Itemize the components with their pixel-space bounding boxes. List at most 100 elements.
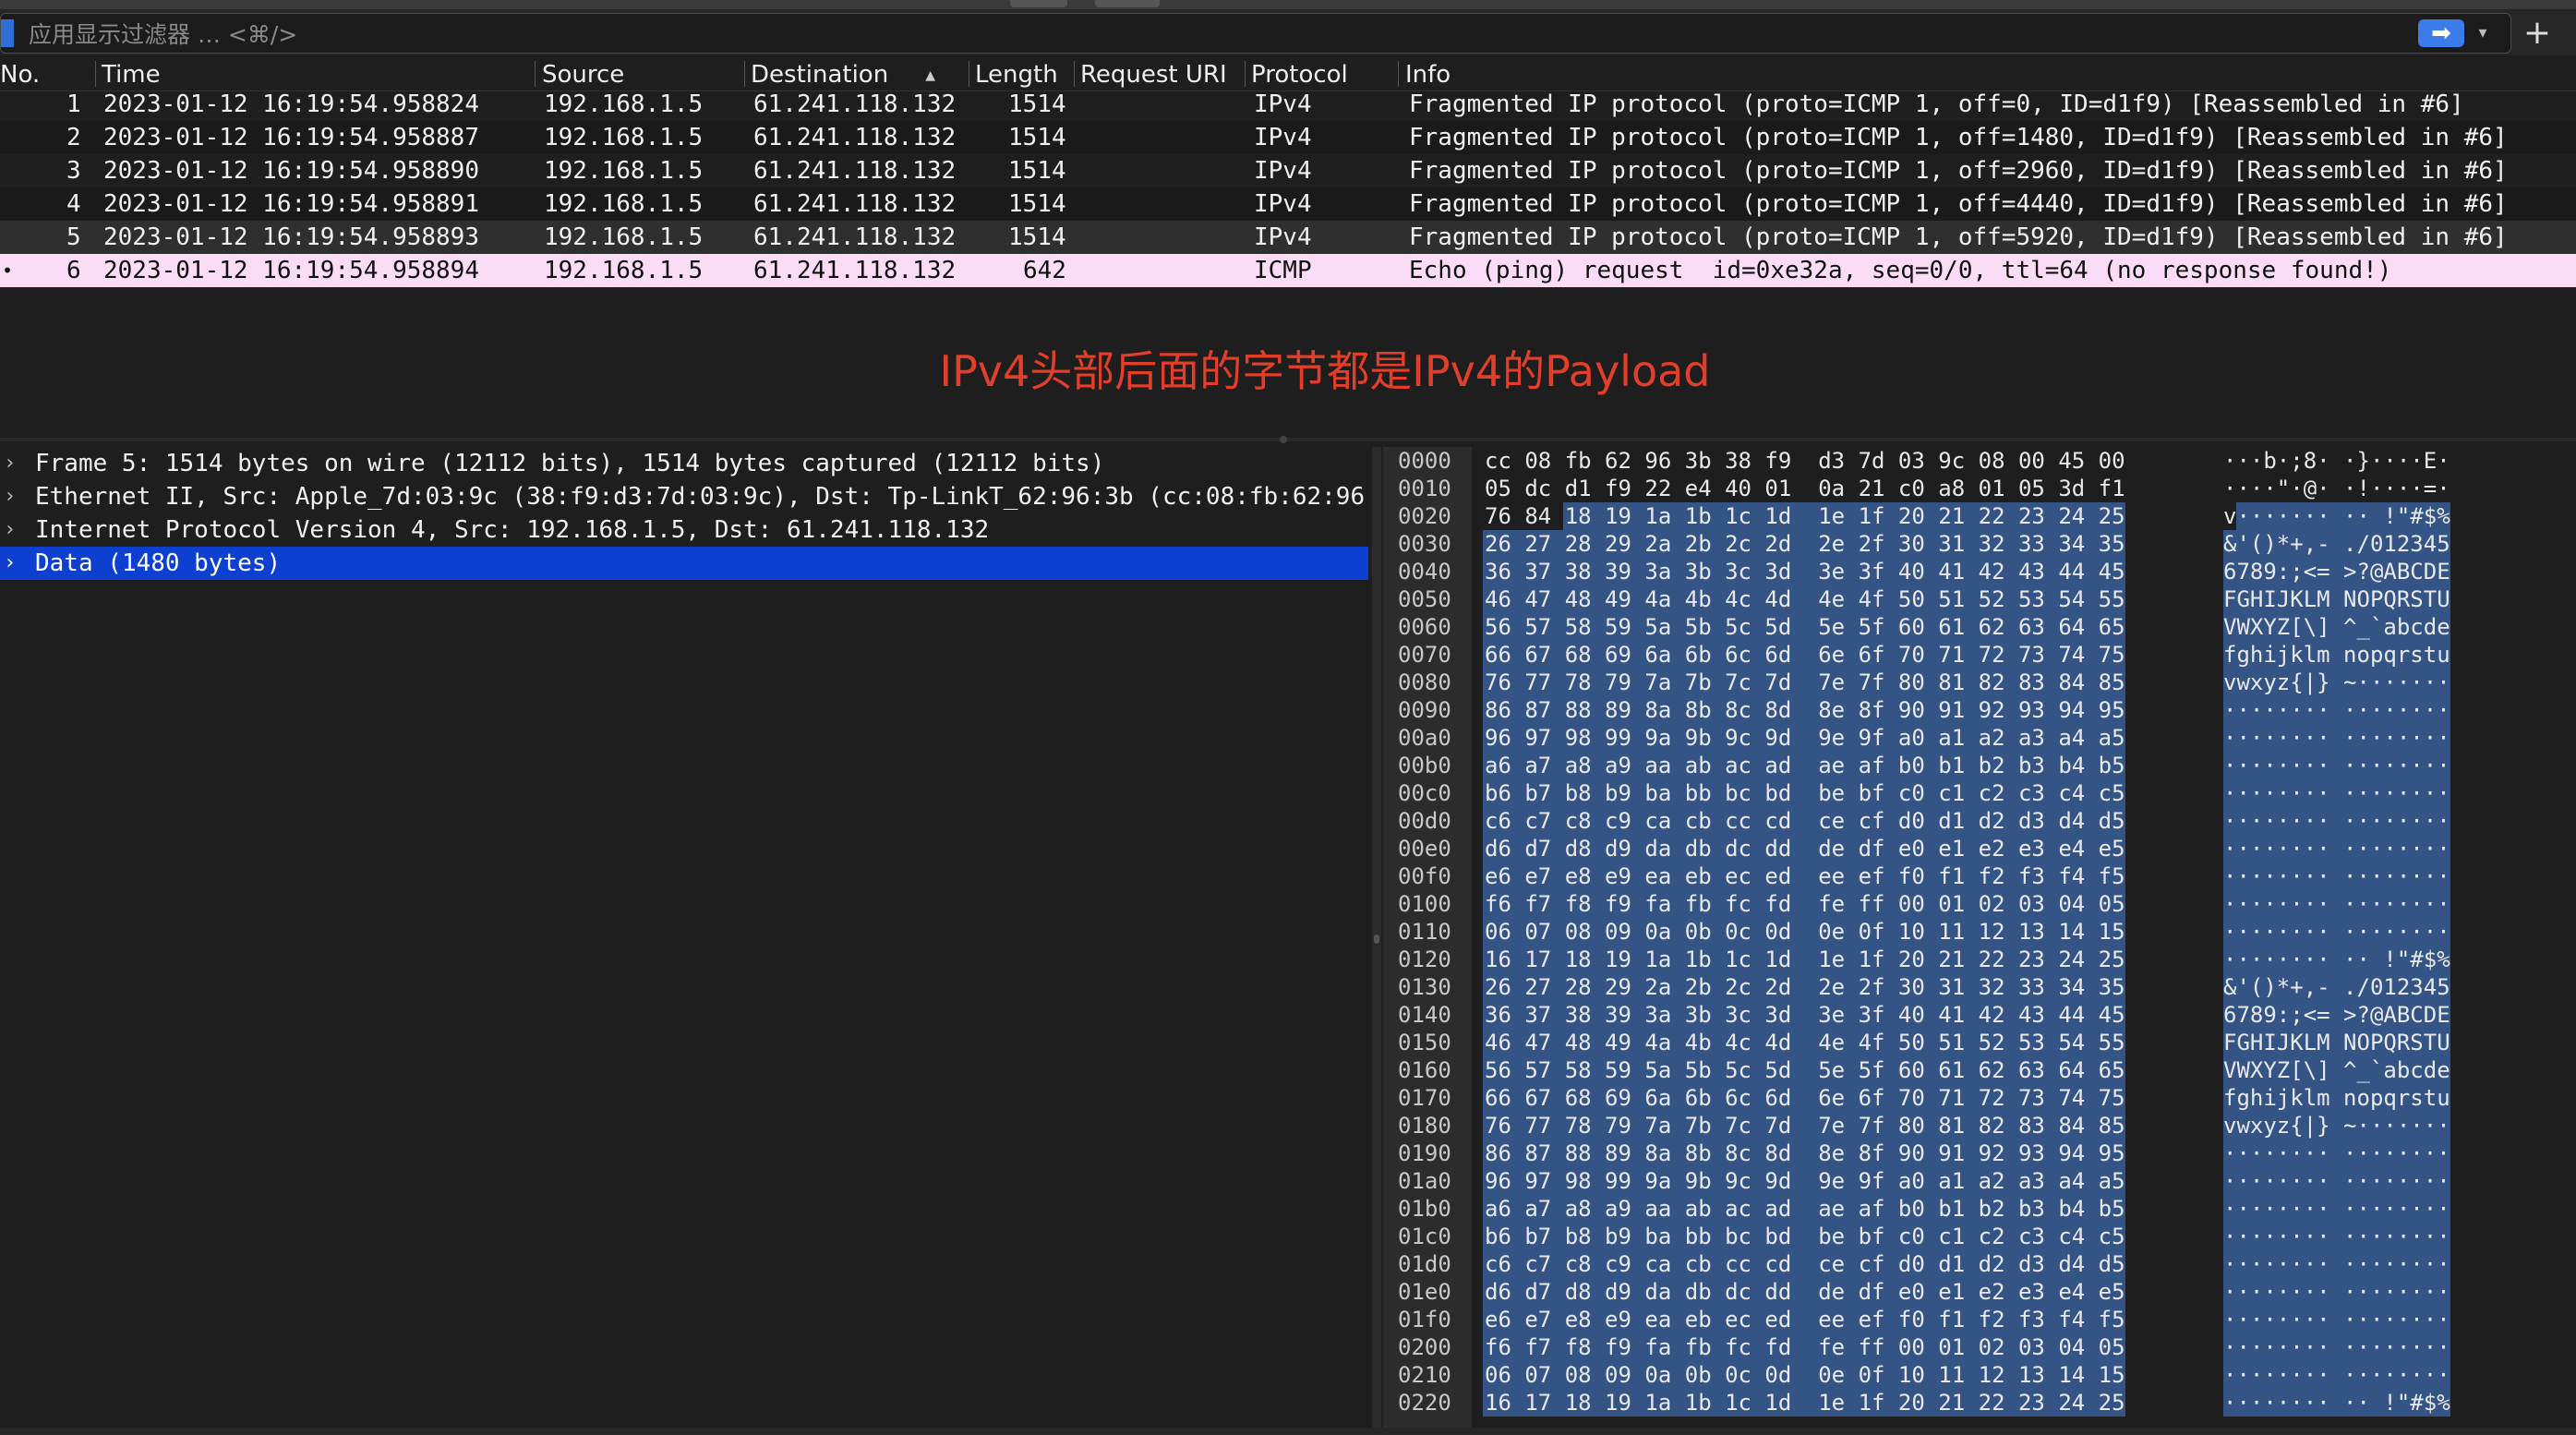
apply-filter-button[interactable]: ➡ [2418,19,2464,47]
hex-bytes[interactable]: 96 97 98 99 9a 9b 9c 9d 9e 9f a0 a1 a2 a… [1485,1167,2125,1195]
hex-dump-row[interactable]: 01f0 e6 e7 e8 e9 ea eb ec ed ee ef f0 f1 … [1383,1306,2576,1333]
hex-dump-row[interactable]: 01e0 d6 d7 d8 d9 da db dc dd de df e0 e1 … [1383,1278,2576,1306]
hex-dump-row[interactable]: 0140 36 37 38 39 3a 3b 3c 3d 3e 3f 40 41 … [1383,1001,2576,1029]
hex-bytes[interactable]: 05 dc d1 f9 22 e4 40 01 0a 21 c0 a8 01 0… [1485,475,2125,502]
hex-dump-row[interactable]: 0040 36 37 38 39 3a 3b 3c 3d 3e 3f 40 41 … [1383,558,2576,585]
ascii-bytes[interactable]: ········ ········ [2223,1167,2450,1195]
hex-bytes[interactable]: d6 d7 d8 d9 da db dc dd de df e0 e1 e2 e… [1485,1278,2125,1306]
hex-dump-row[interactable]: 0030 26 27 28 29 2a 2b 2c 2d 2e 2f 30 31 … [1383,530,2576,558]
packet-row[interactable]: 2 2023-01-12 16:19:54.958887 192.168.1.5… [0,121,2576,154]
hex-dump-row[interactable]: 0130 26 27 28 29 2a 2b 2c 2d 2e 2f 30 31 … [1383,973,2576,1001]
hex-bytes[interactable]: 66 67 68 69 6a 6b 6c 6d 6e 6f 70 71 72 7… [1485,1084,2125,1112]
ascii-bytes[interactable]: ········ ········ [2223,779,2450,807]
ascii-bytes[interactable]: 6789:;<= >?@ABCDE [2223,1001,2450,1029]
ascii-bytes[interactable]: ········ ········ [2223,724,2450,752]
ascii-bytes[interactable]: vwxyz{|} ~······· [2223,1112,2450,1140]
ascii-bytes[interactable]: ···b·;8· ·}····E· [2223,447,2450,475]
hex-dump-row[interactable]: 0220 16 17 18 19 1a 1b 1c 1d 1e 1f 20 21 … [1383,1389,2576,1417]
hex-bytes[interactable]: b6 b7 b8 b9 ba bb bc bd be bf c0 c1 c2 c… [1485,1223,2125,1250]
ascii-bytes[interactable]: &'()*+,- ./012345 [2223,530,2450,558]
hex-bytes[interactable]: 46 47 48 49 4a 4b 4c 4d 4e 4f 50 51 52 5… [1485,585,2125,613]
chevron-down-icon[interactable]: ▾ [2472,21,2494,45]
column-header-no[interactable]: No. [0,57,40,90]
hex-dump-row[interactable]: 0200 f6 f7 f8 f9 fa fb fc fd fe ff 00 01 … [1383,1333,2576,1361]
ascii-bytes[interactable]: ········ ········ [2223,1195,2450,1223]
hex-bytes[interactable]: a6 a7 a8 a9 aa ab ac ad ae af b0 b1 b2 b… [1485,752,2125,779]
hex-dump-row[interactable]: 00f0 e6 e7 e8 e9 ea eb ec ed ee ef f0 f1 … [1383,862,2576,890]
hex-dump-row[interactable]: 0210 06 07 08 09 0a 0b 0c 0d 0e 0f 10 11 … [1383,1361,2576,1389]
detail-item-ipv4[interactable]: › Internet Protocol Version 4, Src: 192.… [0,513,1368,547]
hex-bytes[interactable]: f6 f7 f8 f9 fa fb fc fd fe ff 00 01 02 0… [1485,890,2125,918]
ascii-bytes[interactable]: ········ ········ [2223,696,2450,724]
column-separator[interactable] [535,61,536,87]
hex-dump-row[interactable]: 0170 66 67 68 69 6a 6b 6c 6d 6e 6f 70 71 … [1383,1084,2576,1112]
hex-bytes[interactable]: 06 07 08 09 0a 0b 0c 0d 0e 0f 10 11 12 1… [1485,1361,2125,1389]
hex-dump-row[interactable]: 01a0 96 97 98 99 9a 9b 9c 9d 9e 9f a0 a1 … [1383,1167,2576,1195]
hex-bytes[interactable]: 76 77 78 79 7a 7b 7c 7d 7e 7f 80 81 82 8… [1485,1112,2125,1140]
hex-dump-row[interactable]: 0120 16 17 18 19 1a 1b 1c 1d 1e 1f 20 21 … [1383,946,2576,973]
hex-dump-row[interactable]: 00b0 a6 a7 a8 a9 aa ab ac ad ae af b0 b1 … [1383,752,2576,779]
hex-bytes[interactable]: 26 27 28 29 2a 2b 2c 2d 2e 2f 30 31 32 3… [1485,973,2125,1001]
hex-dump-row[interactable]: 0020 76 84 18 19 1a 1b 1c 1d 1e 1f 20 21 … [1383,502,2576,530]
ascii-bytes[interactable]: ········ ········ [2223,752,2450,779]
column-separator[interactable] [1398,61,1399,87]
ascii-bytes[interactable]: 6789:;<= >?@ABCDE [2223,558,2450,585]
hex-bytes[interactable]: f6 f7 f8 f9 fa fb fc fd fe ff 00 01 02 0… [1485,1333,2125,1361]
ascii-bytes[interactable]: ········ ········ [2223,1333,2450,1361]
hex-bytes[interactable]: 86 87 88 89 8a 8b 8c 8d 8e 8f 90 91 92 9… [1485,696,2125,724]
hex-bytes[interactable]: d6 d7 d8 d9 da db dc dd de df e0 e1 e2 e… [1485,835,2125,862]
hex-bytes[interactable]: 36 37 38 39 3a 3b 3c 3d 3e 3f 40 41 42 4… [1485,1001,2125,1029]
hex-dump-row[interactable]: 0090 86 87 88 89 8a 8b 8c 8d 8e 8f 90 91 … [1383,696,2576,724]
hex-dump-row[interactable]: 0180 76 77 78 79 7a 7b 7c 7d 7e 7f 80 81 … [1383,1112,2576,1140]
column-separator[interactable] [95,61,96,87]
hex-dump-row[interactable]: 00e0 d6 d7 d8 d9 da db dc dd de df e0 e1 … [1383,835,2576,862]
hex-dump-row[interactable]: 0060 56 57 58 59 5a 5b 5c 5d 5e 5f 60 61 … [1383,613,2576,641]
hex-bytes[interactable]: 76 84 18 19 1a 1b 1c 1d 1e 1f 20 21 22 2… [1485,502,2125,530]
packet-row[interactable]: 3 2023-01-12 16:19:54.958890 192.168.1.5… [0,154,2576,187]
packet-row[interactable]: 4 2023-01-12 16:19:54.958891 192.168.1.5… [0,187,2576,221]
hex-bytes[interactable]: 96 97 98 99 9a 9b 9c 9d 9e 9f a0 a1 a2 a… [1485,724,2125,752]
hex-dump-row[interactable]: 0070 66 67 68 69 6a 6b 6c 6d 6e 6f 70 71 … [1383,641,2576,669]
hex-bytes[interactable]: 56 57 58 59 5a 5b 5c 5d 5e 5f 60 61 62 6… [1485,613,2125,641]
display-filter-box[interactable]: ➡ ▾ [0,13,2511,54]
column-separator[interactable] [1074,61,1075,87]
hex-dump-row[interactable]: 01d0 c6 c7 c8 c9 ca cb cc cd ce cf d0 d1 … [1383,1250,2576,1278]
ascii-bytes[interactable]: ········ ·· !"#$% [2223,946,2450,973]
hex-dump-row[interactable]: 01c0 b6 b7 b8 b9 ba bb bc bd be bf c0 c1 … [1383,1223,2576,1250]
ascii-bytes[interactable]: ········ ········ [2223,1223,2450,1250]
chevron-right-icon[interactable]: › [4,447,22,480]
hex-bytes[interactable]: 06 07 08 09 0a 0b 0c 0d 0e 0f 10 11 12 1… [1485,918,2125,946]
plus-icon[interactable]: + [2517,13,2558,54]
hex-bytes[interactable]: a6 a7 a8 a9 aa ab ac ad ae af b0 b1 b2 b… [1485,1195,2125,1223]
hex-dump-row[interactable]: 01b0 a6 a7 a8 a9 aa ab ac ad ae af b0 b1 … [1383,1195,2576,1223]
hex-bytes[interactable]: 46 47 48 49 4a 4b 4c 4d 4e 4f 50 51 52 5… [1485,1029,2125,1056]
column-header-protocol[interactable]: Protocol [1251,57,1348,90]
ascii-bytes[interactable]: &'()*+,- ./012345 [2223,973,2450,1001]
hex-bytes[interactable]: 16 17 18 19 1a 1b 1c 1d 1e 1f 20 21 22 2… [1485,1389,2125,1417]
hex-dump-row[interactable]: 0190 86 87 88 89 8a 8b 8c 8d 8e 8f 90 91 … [1383,1140,2576,1167]
hex-dump-row[interactable]: 00d0 c6 c7 c8 c9 ca cb cc cd ce cf d0 d1 … [1383,807,2576,835]
hex-bytes[interactable]: e6 e7 e8 e9 ea eb ec ed ee ef f0 f1 f2 f… [1485,1306,2125,1333]
chevron-right-icon[interactable]: › [4,547,22,580]
ascii-bytes[interactable]: FGHIJKLM NOPQRSTU [2223,585,2450,613]
hex-dump-row[interactable]: 0160 56 57 58 59 5a 5b 5c 5d 5e 5f 60 61 … [1383,1056,2576,1084]
hex-dump-row[interactable]: 0050 46 47 48 49 4a 4b 4c 4d 4e 4f 50 51 … [1383,585,2576,613]
column-header-info[interactable]: Info [1405,57,1451,90]
hex-dump-row[interactable]: 0010 05 dc d1 f9 22 e4 40 01 0a 21 c0 a8 … [1383,475,2576,502]
ascii-bytes[interactable]: ········ ········ [2223,918,2450,946]
hex-bytes[interactable]: 26 27 28 29 2a 2b 2c 2d 2e 2f 30 31 32 3… [1485,530,2125,558]
splitter-handle[interactable] [1374,935,1379,944]
ascii-bytes[interactable]: fghijklm nopqrstu [2223,641,2450,669]
column-header-time[interactable]: Time [102,57,161,90]
column-header-length[interactable]: Length [975,57,1058,90]
hex-bytes[interactable]: 36 37 38 39 3a 3b 3c 3d 3e 3f 40 41 42 4… [1485,558,2125,585]
detail-item-frame[interactable]: › Frame 5: 1514 bytes on wire (12112 bit… [0,447,1368,480]
toolbar-tab-2[interactable] [1095,0,1160,7]
ascii-bytes[interactable]: ········ ········ [2223,1250,2450,1278]
hex-dump-row[interactable]: 0000 cc 08 fb 62 96 3b 38 f9 d3 7d 03 9c … [1383,447,2576,475]
ascii-bytes[interactable]: ····"·@· ·!····=· [2223,475,2450,502]
hex-bytes[interactable]: cc 08 fb 62 96 3b 38 f9 d3 7d 03 9c 08 0… [1485,447,2125,475]
chevron-right-icon[interactable]: › [4,513,22,547]
ascii-bytes[interactable]: ········ ········ [2223,1278,2450,1306]
hex-bytes[interactable]: 16 17 18 19 1a 1b 1c 1d 1e 1f 20 21 22 2… [1485,946,2125,973]
